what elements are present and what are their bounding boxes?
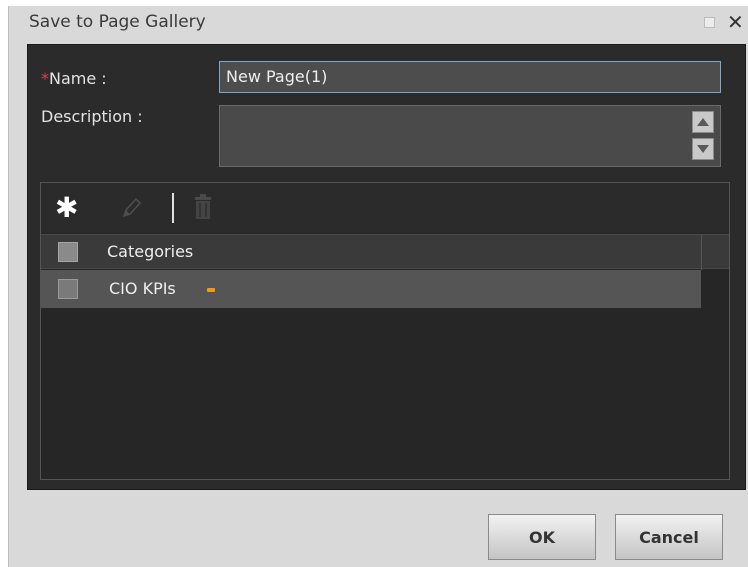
name-label: *Name :	[41, 69, 107, 88]
save-to-page-gallery-dialog: Save to Page Gallery ✕ *Name : New Page(…	[8, 6, 748, 567]
pencil-icon[interactable]	[120, 196, 142, 220]
arrow-up-icon	[697, 118, 709, 126]
description-textarea[interactable]	[219, 105, 721, 167]
close-icon[interactable]: ✕	[727, 7, 744, 37]
scroll-down-button[interactable]	[692, 138, 714, 160]
categories-header-label: Categories	[107, 242, 194, 261]
dialog-titlebar[interactable]: Save to Page Gallery ✕	[9, 6, 748, 42]
table-row[interactable]: CIO KPIs	[41, 270, 701, 308]
ok-button[interactable]: OK	[488, 514, 596, 560]
description-label: Description :	[41, 107, 143, 126]
arrow-down-icon	[697, 145, 709, 153]
categories-toolbar: ✱	[41, 183, 729, 233]
dialog-title: Save to Page Gallery	[29, 12, 206, 32]
required-marker: *	[41, 69, 49, 88]
name-input[interactable]: New Page(1)	[219, 61, 721, 93]
category-name: CIO KPIs	[109, 279, 176, 298]
scroll-up-button[interactable]	[692, 111, 714, 133]
toolbar-separator	[172, 193, 174, 223]
select-all-checkbox[interactable]	[58, 242, 78, 262]
cancel-button[interactable]: Cancel	[615, 514, 723, 560]
row-checkbox[interactable]	[58, 279, 78, 299]
status-indicator-icon	[207, 288, 215, 292]
categories-panel: ✱ Categories CIO KPIs	[40, 182, 730, 480]
header-divider	[701, 235, 702, 270]
trash-icon[interactable]	[193, 194, 213, 220]
maximize-icon[interactable]	[704, 17, 715, 28]
asterisk-icon[interactable]: ✱	[55, 191, 78, 225]
categories-header: Categories	[41, 234, 729, 270]
dialog-body: *Name : New Page(1) Description : ✱ Cate…	[27, 44, 746, 490]
list-scroll-area	[701, 270, 729, 479]
